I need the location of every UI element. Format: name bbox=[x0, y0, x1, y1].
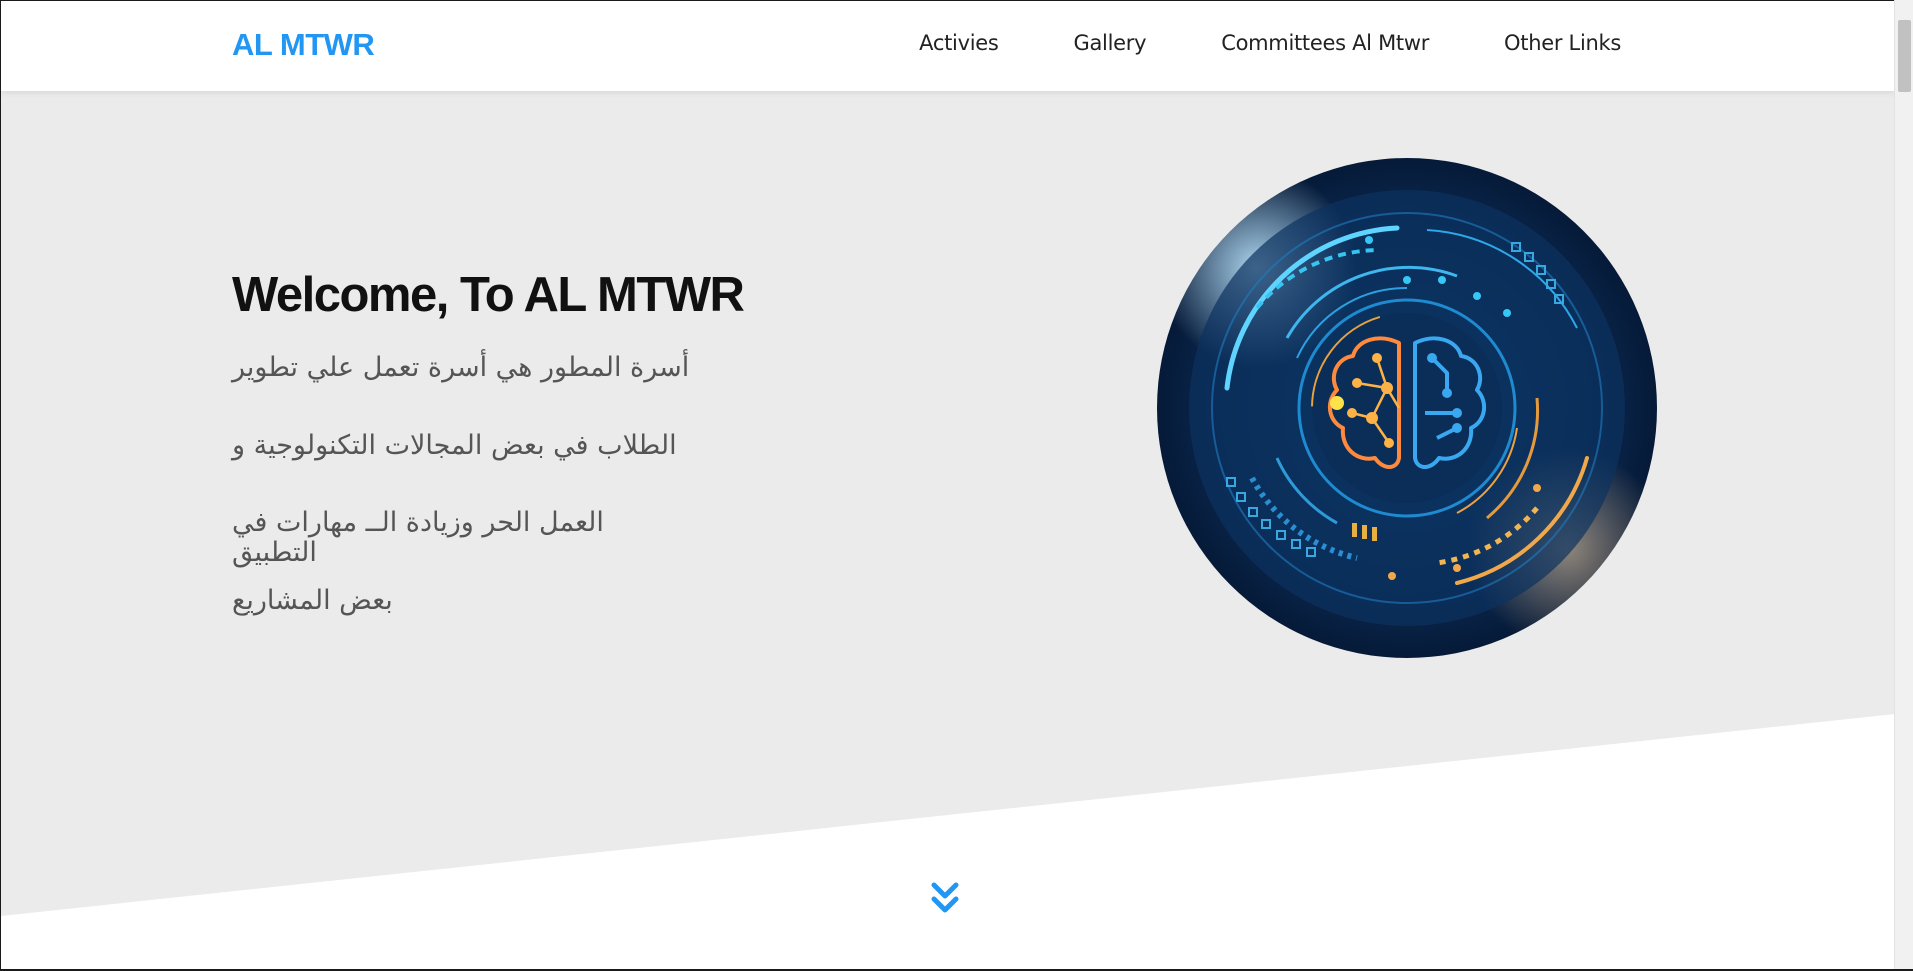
scrollbar-thumb[interactable] bbox=[1898, 20, 1911, 92]
logo-link[interactable]: AL MTWR bbox=[232, 27, 375, 63]
hero-description-line: الطلاب في بعض المجالات التكنولوجية و bbox=[232, 429, 677, 461]
scroll-down-button[interactable] bbox=[930, 881, 960, 917]
hero-section: Welcome, To AL MTWR أسرة المطور هي أسرة … bbox=[1, 91, 1894, 971]
hero-description-line: العمل الحر وزيادة الــ مهارات في التطبيق bbox=[232, 507, 604, 568]
hero-description-line: أسرة المطور هي أسرة تعمل علي تطوير bbox=[232, 352, 690, 383]
nav-link-other-links[interactable]: Other Links bbox=[1504, 31, 1621, 55]
page: AL MTWR Activies Gallery Committees Al M… bbox=[0, 0, 1894, 971]
hero-title: Welcome, To AL MTWR bbox=[232, 268, 745, 322]
hero-image bbox=[1157, 158, 1657, 658]
nav-link-activies[interactable]: Activies bbox=[919, 31, 999, 55]
page-scrollbar[interactable] bbox=[1894, 0, 1913, 971]
brain-circuit-icon bbox=[1157, 158, 1657, 658]
double-chevron-down-icon bbox=[931, 882, 959, 913]
hero-description-line: بعض المشاريع bbox=[232, 584, 393, 616]
nav-link-committees[interactable]: Committees Al Mtwr bbox=[1221, 31, 1429, 55]
site-header: AL MTWR Activies Gallery Committees Al M… bbox=[1, 1, 1894, 91]
hero-description: أسرة المطور هي أسرة تعمل علي تطوير الطلا… bbox=[232, 353, 692, 663]
main-nav: Activies Gallery Committees Al Mtwr Othe… bbox=[844, 31, 1621, 55]
nav-link-gallery[interactable]: Gallery bbox=[1074, 31, 1147, 55]
